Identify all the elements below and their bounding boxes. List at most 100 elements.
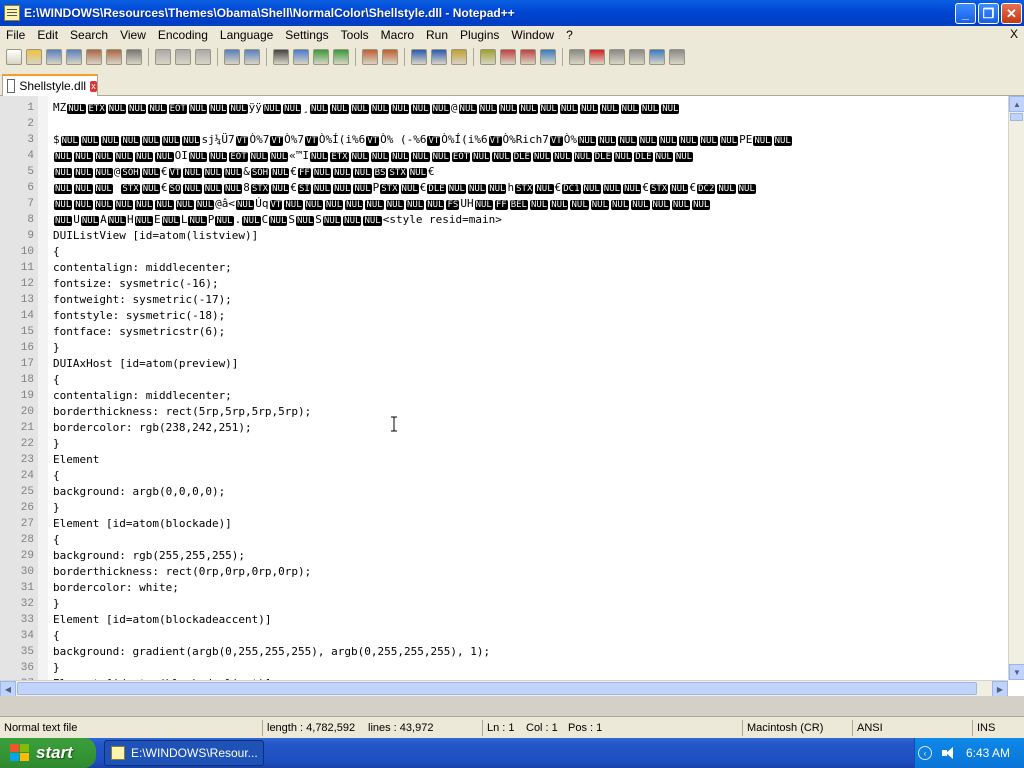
editor-line[interactable]: 33 Element [id=atom(blockadeaccent)] [0, 612, 1008, 628]
editor-line[interactable]: 1 MZ NUL ETX NUL NUL NUL EOT NUL NUL NUL ÿÿ NUL NUL ¸ N… [0, 100, 1008, 116]
editor[interactable]: 1 MZ NUL ETX NUL NUL NUL EOT NUL NUL NUL ÿÿ NUL NUL ¸ N… [0, 96, 1024, 696]
stop-record-icon[interactable] [609, 49, 625, 65]
start-button[interactable]: start [0, 738, 96, 768]
zoom-out-icon[interactable] [333, 49, 349, 65]
undo-icon[interactable] [224, 49, 240, 65]
menu-run[interactable]: Run [420, 28, 454, 42]
new-icon[interactable] [6, 49, 22, 65]
paste-icon[interactable] [195, 49, 211, 65]
menu-macro[interactable]: Macro [375, 28, 420, 42]
close-icon[interactable] [86, 49, 102, 65]
editor-line[interactable]: 31 bordercolor: white; [0, 580, 1008, 596]
sync-v-icon[interactable] [362, 49, 378, 65]
editor-line[interactable]: 7 NUL NUL NUL NUL NUL NUL NUL NUL @â< NUL Úq VT NUL NU… [0, 196, 1008, 212]
menu-edit[interactable]: Edit [31, 28, 64, 42]
menu-settings[interactable]: Settings [279, 28, 334, 42]
print-icon[interactable] [126, 49, 142, 65]
scroll-left-button[interactable]: ◀ [0, 681, 16, 696]
horizontal-scroll-thumb[interactable] [17, 682, 977, 695]
scroll-down-button[interactable]: ▼ [1009, 664, 1024, 680]
scroll-up-button[interactable]: ▲ [1009, 96, 1024, 112]
function-list-icon[interactable] [520, 49, 536, 65]
taskbar-item-notepad[interactable]: E:\WINDOWS\Resour... [104, 740, 264, 766]
wrap-icon[interactable] [411, 49, 427, 65]
title-bar[interactable]: E:\WINDOWS\Resources\Themes\Obama\Shell\… [0, 0, 1024, 26]
notepad-plus-plus-icon[interactable] [4, 5, 20, 21]
editor-line[interactable]: 20 borderthickness: rect(5rp,5rp,5rp,5rp)… [0, 404, 1008, 420]
all-chars-icon[interactable] [431, 49, 447, 65]
udl-icon[interactable] [480, 49, 496, 65]
zoom-in-icon[interactable] [313, 49, 329, 65]
menu-language[interactable]: Language [214, 28, 279, 42]
editor-line[interactable]: 22} [0, 436, 1008, 452]
editor-line[interactable]: 13 fontweight: sysmetric(-17); [0, 292, 1008, 308]
tab-shellstyle[interactable]: Shellstyle.dll x [2, 74, 98, 96]
volume-icon[interactable] [941, 747, 956, 759]
record-macro-icon[interactable] [589, 49, 605, 65]
indent-guide-icon[interactable] [451, 49, 467, 65]
editor-line[interactable]: 17 DUIAxHost [id=atom(preview)] [0, 356, 1008, 372]
menu-file[interactable]: File [0, 28, 31, 42]
tab-close-icon[interactable]: x [90, 80, 97, 92]
editor-line[interactable]: 9 DUIListView [id=atom(listview)] [0, 228, 1008, 244]
editor-line[interactable]: 10 { [0, 244, 1008, 260]
editor-line[interactable]: 29 background: rgb(255,255,255); [0, 548, 1008, 564]
editor-line[interactable]: 34 { [0, 628, 1008, 644]
vertical-scroll-thumb[interactable] [1010, 113, 1023, 121]
editor-line[interactable]: 16} [0, 340, 1008, 356]
editor-line[interactable]: 2 [0, 116, 1008, 132]
scroll-right-button[interactable]: ▶ [992, 681, 1008, 696]
editor-line[interactable]: 14 fontstyle: sysmetric(-18); [0, 308, 1008, 324]
editor-line[interactable]: 21 bordercolor: rgb(238,242,251); [0, 420, 1008, 436]
editor-line[interactable]: 8 NUL U NUL A NUL H NUL E NUL L NUL P NUL. NUL C NUL S NUL… [0, 212, 1008, 228]
editor-line[interactable]: 6 NUL NUL NUL STX NUL € SO NUL NUL NUL 8 STX NUL € SI N… [0, 180, 1008, 196]
editor-line[interactable]: 3 $ NUL NUL NUL NUL NUL NUL NUL sj¼Ü7 VT Ò%7 VT Ò%7 VT… [0, 132, 1008, 148]
vertical-scrollbar[interactable]: ▲ ▼ [1008, 96, 1024, 680]
save-all-icon[interactable] [66, 49, 82, 65]
editor-line[interactable]: 5 NUL NUL NUL @ SOH NUL € VT NUL NUL NUL & SOH NUL € FF N… [0, 164, 1008, 180]
copy-icon[interactable] [175, 49, 191, 65]
play-macro-icon[interactable] [629, 49, 645, 65]
run-macro-multiple-icon[interactable] [649, 49, 665, 65]
editor-line[interactable]: 36} [0, 660, 1008, 676]
folder-workspace-icon[interactable] [540, 49, 556, 65]
editor-line[interactable]: 23 Element [0, 452, 1008, 468]
redo-icon[interactable] [244, 49, 260, 65]
menu-search[interactable]: Search [64, 28, 114, 42]
menu-view[interactable]: View [114, 28, 152, 42]
close-button[interactable]: ✕ [1001, 3, 1022, 24]
editor-line[interactable]: 28 { [0, 532, 1008, 548]
menu-help[interactable]: ? [560, 28, 579, 42]
editor-line[interactable]: 4 NUL NUL NUL NUL NUL NUL OI NUL NUL EOT NUL NUL «™I N… [0, 148, 1008, 164]
editor-line[interactable]: 35 background: gradient(argb(0,255,255,25… [0, 644, 1008, 660]
menu-plugins[interactable]: Plugins [454, 28, 505, 42]
replace-icon[interactable] [293, 49, 309, 65]
save-icon[interactable] [46, 49, 62, 65]
close-document-button[interactable]: X [1010, 27, 1018, 41]
editor-line[interactable]: 27 Element [id=atom(blockade)] [0, 516, 1008, 532]
close-all-icon[interactable] [106, 49, 122, 65]
editor-line[interactable]: 11 contentalign: middlecenter; [0, 260, 1008, 276]
editor-line[interactable]: 12 fontsize: sysmetric(-16); [0, 276, 1008, 292]
horizontal-scrollbar[interactable]: ◀ ▶ [0, 680, 1008, 696]
menu-encoding[interactable]: Encoding [152, 28, 214, 42]
clock[interactable]: 6:43 AM [966, 746, 1010, 760]
editor-line[interactable]: 25 background: argb(0,0,0,0); [0, 484, 1008, 500]
sync-h-icon[interactable] [382, 49, 398, 65]
editor-line[interactable]: 26} [0, 500, 1008, 516]
map-icon[interactable] [500, 49, 516, 65]
editor-line[interactable]: 32} [0, 596, 1008, 612]
maximize-button[interactable]: ❐ [978, 3, 999, 24]
minimize-button[interactable]: _ [955, 3, 976, 24]
editor-lines[interactable]: 1 MZ NUL ETX NUL NUL NUL EOT NUL NUL NUL ÿÿ NUL NUL ¸ N… [0, 100, 1008, 692]
menu-window[interactable]: Window [505, 28, 560, 42]
editor-line[interactable]: 24 { [0, 468, 1008, 484]
monitor-icon[interactable] [569, 49, 585, 65]
menu-tools[interactable]: Tools [335, 28, 375, 42]
editor-line[interactable]: 30 borderthickness: rect(0rp,0rp,0rp,0rp)… [0, 564, 1008, 580]
show-hidden-icons-icon[interactable]: ‹ [917, 746, 932, 760]
save-macro-icon[interactable] [669, 49, 685, 65]
open-icon[interactable] [26, 49, 42, 65]
editor-line[interactable]: 18 { [0, 372, 1008, 388]
find-icon[interactable] [273, 49, 289, 65]
